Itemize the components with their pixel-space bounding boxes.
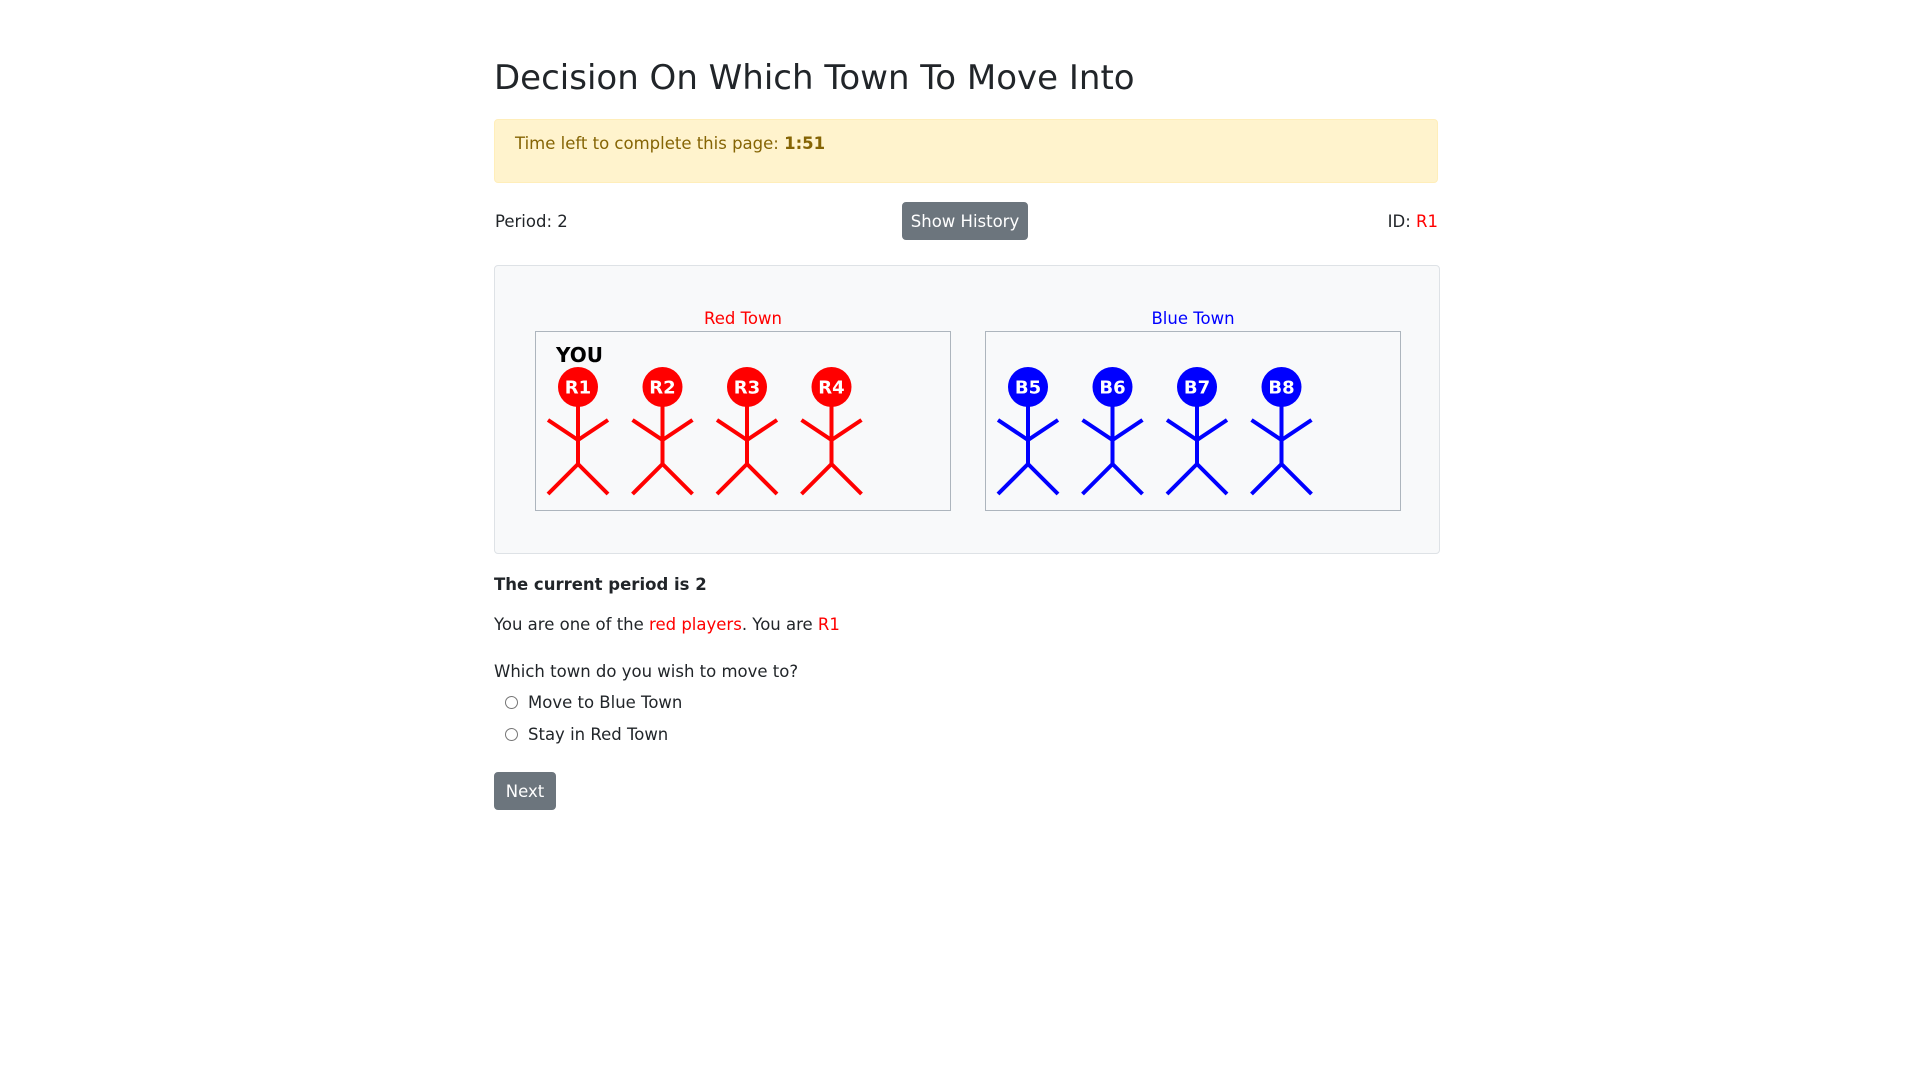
option-move-blue[interactable]: Move to Blue Town xyxy=(505,693,682,712)
red-town-box: YOU R1 R2 R3 R4 xyxy=(535,331,951,511)
stick-figure: B6 xyxy=(1081,367,1144,496)
radio-move-blue[interactable] xyxy=(505,696,518,709)
player-id-value: R1 xyxy=(1416,212,1438,231)
period-label: Period: 2 xyxy=(495,212,568,231)
timer-text: Time left to complete this page: 1:51 xyxy=(515,134,825,153)
stick-figure: B8 xyxy=(1250,367,1313,496)
option-move-blue-label: Move to Blue Town xyxy=(528,693,683,712)
current-period-heading: The current period is 2 xyxy=(494,575,707,594)
red-town-title: Red Town xyxy=(704,309,782,328)
towns-panel: Red Town YOU R1 R2 R3 R4 Blue Town B5 B6 B7 B8 xyxy=(494,265,1440,554)
player-label: B6 xyxy=(1099,378,1125,399)
show-history-button[interactable]: Show History xyxy=(902,202,1028,240)
player-label: B5 xyxy=(1015,378,1041,399)
player-label: R4 xyxy=(818,378,844,399)
next-button[interactable]: Next xyxy=(494,772,556,810)
role-middle: . You are xyxy=(741,615,813,634)
stick-figure: B5 xyxy=(996,367,1060,496)
stick-figure: R4 xyxy=(800,367,863,496)
player-id-prefix: ID: xyxy=(1387,212,1411,231)
player-label: R2 xyxy=(649,378,675,399)
timer-alert: Time left to complete this page: 1:51 xyxy=(494,119,1438,183)
player-label: B8 xyxy=(1268,378,1294,399)
move-question: Which town do you wish to move to? xyxy=(494,662,799,681)
role-line: You are one of the red players. You are … xyxy=(494,615,840,634)
player-label: R3 xyxy=(734,378,760,399)
role-prefix: You are one of the xyxy=(494,615,644,634)
page-title: Decision On Which Town To Move Into xyxy=(494,58,1135,98)
blue-town-figures: B5 B6 B7 B8 xyxy=(996,367,1313,496)
option-stay-red[interactable]: Stay in Red Town xyxy=(505,725,668,744)
blue-town-title: Blue Town xyxy=(1151,309,1235,328)
timer-prefix: Time left to complete this page: xyxy=(515,134,779,153)
info-row: Period: 2 Show History ID: R1 xyxy=(494,202,1438,242)
stick-figure: B7 xyxy=(1165,367,1229,496)
blue-town: Blue Town B5 B6 B7 B8 xyxy=(985,308,1401,511)
role-highlight: red players xyxy=(649,615,742,634)
timer-value: 1:51 xyxy=(784,134,826,153)
player-label: B7 xyxy=(1184,378,1210,399)
role-id: R1 xyxy=(817,615,840,634)
stick-figure: R1 xyxy=(546,367,610,496)
option-stay-red-label: Stay in Red Town xyxy=(528,725,669,744)
red-town-figures: YOU R1 R2 R3 R4 xyxy=(546,343,863,496)
player-label: R1 xyxy=(565,378,591,399)
player-id: ID: R1 xyxy=(1388,212,1438,231)
red-town: Red Town YOU R1 R2 R3 R4 xyxy=(535,308,951,511)
stick-figure: R3 xyxy=(715,367,779,496)
you-label: YOU xyxy=(555,343,603,367)
radio-stay-red[interactable] xyxy=(505,728,518,741)
stick-figure: R2 xyxy=(631,367,694,496)
blue-town-box: B5 B6 B7 B8 xyxy=(985,331,1401,511)
